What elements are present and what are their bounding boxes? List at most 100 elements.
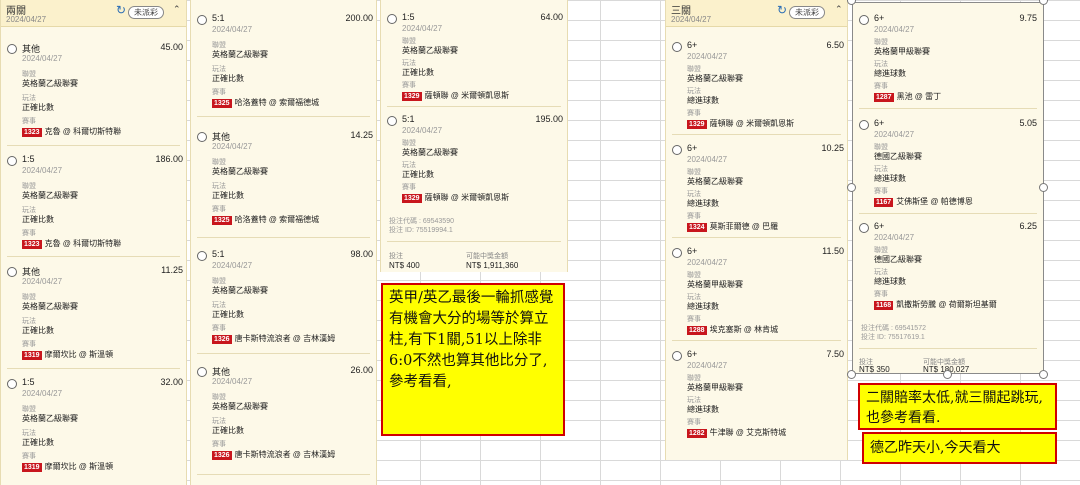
resize-handle[interactable] [1039, 183, 1048, 192]
match-id-badge: 1282 [687, 429, 707, 438]
bet-leg[interactable]: 5:1 200.00 2024/04/27 聯盟 英格蘭乙級聯賽 玩法 正確比數… [197, 13, 373, 121]
divider [387, 106, 561, 107]
leg-date: 2024/04/27 [874, 25, 915, 34]
match-label: 賽事 [687, 213, 701, 220]
bet-leg[interactable]: 其他 26.00 2024/04/27 聯盟 英格蘭乙級聯賽 玩法 正確比數 賽… [197, 365, 373, 473]
resize-handle[interactable] [943, 370, 952, 379]
resize-handle[interactable] [1039, 370, 1048, 379]
note-left[interactable]: 英甲/英乙最後一輪抓感覺有機會大分的場等於算立柱,有下1關,51以上除非6:0不… [381, 283, 565, 436]
league-value: 英格蘭乙級聯賽 [22, 79, 78, 88]
match-teams: 克魯 @ 科爾切斯特聯 [44, 127, 122, 136]
divider [7, 256, 180, 257]
league-value: 英格蘭甲級聯賽 [687, 280, 743, 289]
resize-handle[interactable] [1039, 0, 1048, 5]
bet-leg[interactable]: 6+ 10.25 2024/04/27 聯盟 英格蘭乙級聯賽 玩法 總進球數 賽… [672, 143, 844, 243]
leg-pick: 5:1 [212, 249, 225, 259]
divider [859, 108, 1037, 109]
match-value: 1319 摩爾坎比 @ 斯溫頓 [22, 349, 113, 360]
match-label: 賽事 [402, 82, 416, 89]
play-value: 正確比數 [212, 426, 244, 435]
leg-odds: 11.50 [822, 246, 844, 256]
league-value: 英格蘭乙級聯賽 [687, 177, 743, 186]
leg-pick: 6+ [687, 143, 698, 153]
divider [387, 241, 561, 242]
radio-icon[interactable] [7, 44, 17, 54]
note-right-bottom-text: 德乙昨天小,今天看大 [870, 440, 1001, 456]
radio-icon[interactable] [387, 14, 397, 24]
bet-leg[interactable]: 其他 11.25 2024/04/27 聯盟 英格蘭乙級聯賽 玩法 正確比數 賽… [7, 265, 183, 373]
match-id-badge: 1329 [402, 92, 422, 101]
chevron-up-icon[interactable]: ⌃ [835, 4, 843, 15]
match-value: 1325 哈洛蓋特 @ 索爾福德城 [212, 97, 319, 108]
leg-date: 2024/04/27 [22, 277, 63, 286]
league-value: 英格蘭乙級聯賽 [22, 191, 78, 200]
bet-leg[interactable]: 其他 45.00 2024/04/27 聯盟 英格蘭乙級聯賽 玩法 正確比數 賽… [7, 42, 183, 150]
leg-pick: 6+ [874, 13, 885, 23]
payout-label: 可能中獎金額 [466, 253, 508, 260]
match-id-badge: 1319 [22, 351, 42, 360]
bet-slip-header: 三關 2024/04/27 ↻ 未派彩 ⌃ [666, 0, 847, 27]
leg-date: 2024/04/27 [212, 377, 253, 386]
resize-handle[interactable] [847, 183, 856, 192]
match-teams: 黑池 @ 雷丁 [896, 92, 942, 101]
match-value: 1319 摩爾坎比 @ 斯溫頓 [22, 461, 113, 472]
radio-icon[interactable] [672, 42, 682, 52]
radio-icon[interactable] [859, 15, 869, 25]
match-label: 賽事 [402, 184, 416, 191]
radio-icon[interactable] [672, 145, 682, 155]
bet-leg[interactable]: 6+ 6.25 2024/04/27 聯盟 德國乙級聯賽 玩法 總進球數 賽事 … [859, 221, 1037, 321]
radio-icon[interactable] [672, 351, 682, 361]
refresh-icon[interactable]: ↻ [777, 3, 787, 17]
radio-icon[interactable] [859, 120, 869, 130]
bet-leg[interactable]: 5:1 195.00 2024/04/27 聯盟 英格蘭乙級聯賽 玩法 正確比數… [387, 114, 563, 214]
leg-odds: 6.50 [826, 40, 844, 50]
bet-slip-date: 2024/04/27 [6, 15, 47, 24]
bet-leg[interactable]: 其他 14.25 2024/04/27 聯盟 英格蘭乙級聯賽 玩法 正確比數 賽… [197, 130, 373, 238]
radio-icon[interactable] [387, 116, 397, 126]
bet-leg[interactable]: 1:5 64.00 2024/04/27 聯盟 英格蘭乙級聯賽 玩法 正確比數 … [387, 12, 563, 112]
match-label: 賽事 [874, 291, 888, 298]
bet-leg[interactable]: 1:5 32.00 2024/04/27 聯盟 英格蘭乙級聯賽 玩法 正確比數 … [7, 377, 183, 485]
match-teams: 唐卡斯特流浪者 @ 吉林漢姆 [234, 334, 336, 343]
bet-leg[interactable]: 6+ 9.75 2024/04/27 聯盟 英格蘭甲級聯賽 玩法 總進球數 賽事… [859, 13, 1037, 113]
league-value: 德國乙級聯賽 [874, 255, 922, 264]
refresh-icon[interactable]: ↻ [116, 3, 126, 17]
leg-date: 2024/04/27 [402, 126, 443, 135]
match-value: 1326 唐卡斯特流浪者 @ 吉林漢姆 [212, 333, 335, 344]
bet-leg[interactable]: 6+ 7.50 2024/04/27 聯盟 英格蘭甲級聯賽 玩法 總進球數 賽事… [672, 349, 844, 449]
radio-icon[interactable] [197, 251, 207, 261]
league-value: 英格蘭乙級聯賽 [212, 402, 268, 411]
bet-leg[interactable]: 1:5 186.00 2024/04/27 聯盟 英格蘭乙級聯賽 玩法 正確比數… [7, 154, 183, 262]
resize-handle[interactable] [847, 370, 856, 379]
radio-icon[interactable] [7, 267, 17, 277]
chevron-up-icon[interactable]: ⌃ [173, 4, 181, 15]
match-teams: 摩爾坎比 @ 斯溫頓 [44, 350, 114, 359]
match-id-badge: 1323 [22, 128, 42, 137]
bet-slip-panel-5[interactable]: 6+ 9.75 2024/04/27 聯盟 英格蘭甲級聯賽 玩法 總進球數 賽事… [852, 2, 1044, 374]
league-value: 英格蘭乙級聯賽 [22, 414, 78, 423]
match-id-badge: 1288 [687, 326, 707, 335]
bet-leg[interactable]: 5:1 98.00 2024/04/27 聯盟 英格蘭乙級聯賽 玩法 正確比數 … [197, 249, 373, 357]
radio-icon[interactable] [859, 223, 869, 233]
radio-icon[interactable] [672, 248, 682, 258]
leg-date: 2024/04/27 [687, 155, 728, 164]
match-label: 賽事 [22, 118, 36, 125]
radio-icon[interactable] [197, 367, 207, 377]
leg-date: 2024/04/27 [402, 24, 443, 33]
bet-leg[interactable]: 6+ 5.05 2024/04/27 聯盟 德國乙級聯賽 玩法 總進球數 賽事 … [859, 118, 1037, 218]
bet-leg[interactable]: 6+ 11.50 2024/04/27 聯盟 英格蘭甲級聯賽 玩法 總進球數 賽… [672, 246, 844, 346]
note-right-top[interactable]: 二關賠率太低,就三關起跳玩,也參考看看. [858, 383, 1057, 430]
match-teams: 莫斯菲爾德 @ 巴羅 [709, 222, 779, 231]
status-badge: 未派彩 [789, 6, 825, 19]
radio-icon[interactable] [197, 15, 207, 25]
divider [859, 213, 1037, 214]
bet-leg[interactable]: 6+ 6.50 2024/04/27 聯盟 英格蘭乙級聯賽 玩法 總進球數 賽事… [672, 40, 844, 140]
leg-odds: 200.00 [345, 13, 373, 23]
note-right-bottom[interactable]: 德乙昨天小,今天看大 [862, 432, 1057, 464]
payout-value: NT$ 1,911,360 [466, 261, 519, 270]
radio-icon[interactable] [7, 156, 17, 166]
radio-icon[interactable] [197, 132, 207, 142]
radio-icon[interactable] [7, 379, 17, 389]
match-id-badge: 1329 [687, 120, 707, 129]
league-value: 英格蘭乙級聯賽 [402, 46, 458, 55]
